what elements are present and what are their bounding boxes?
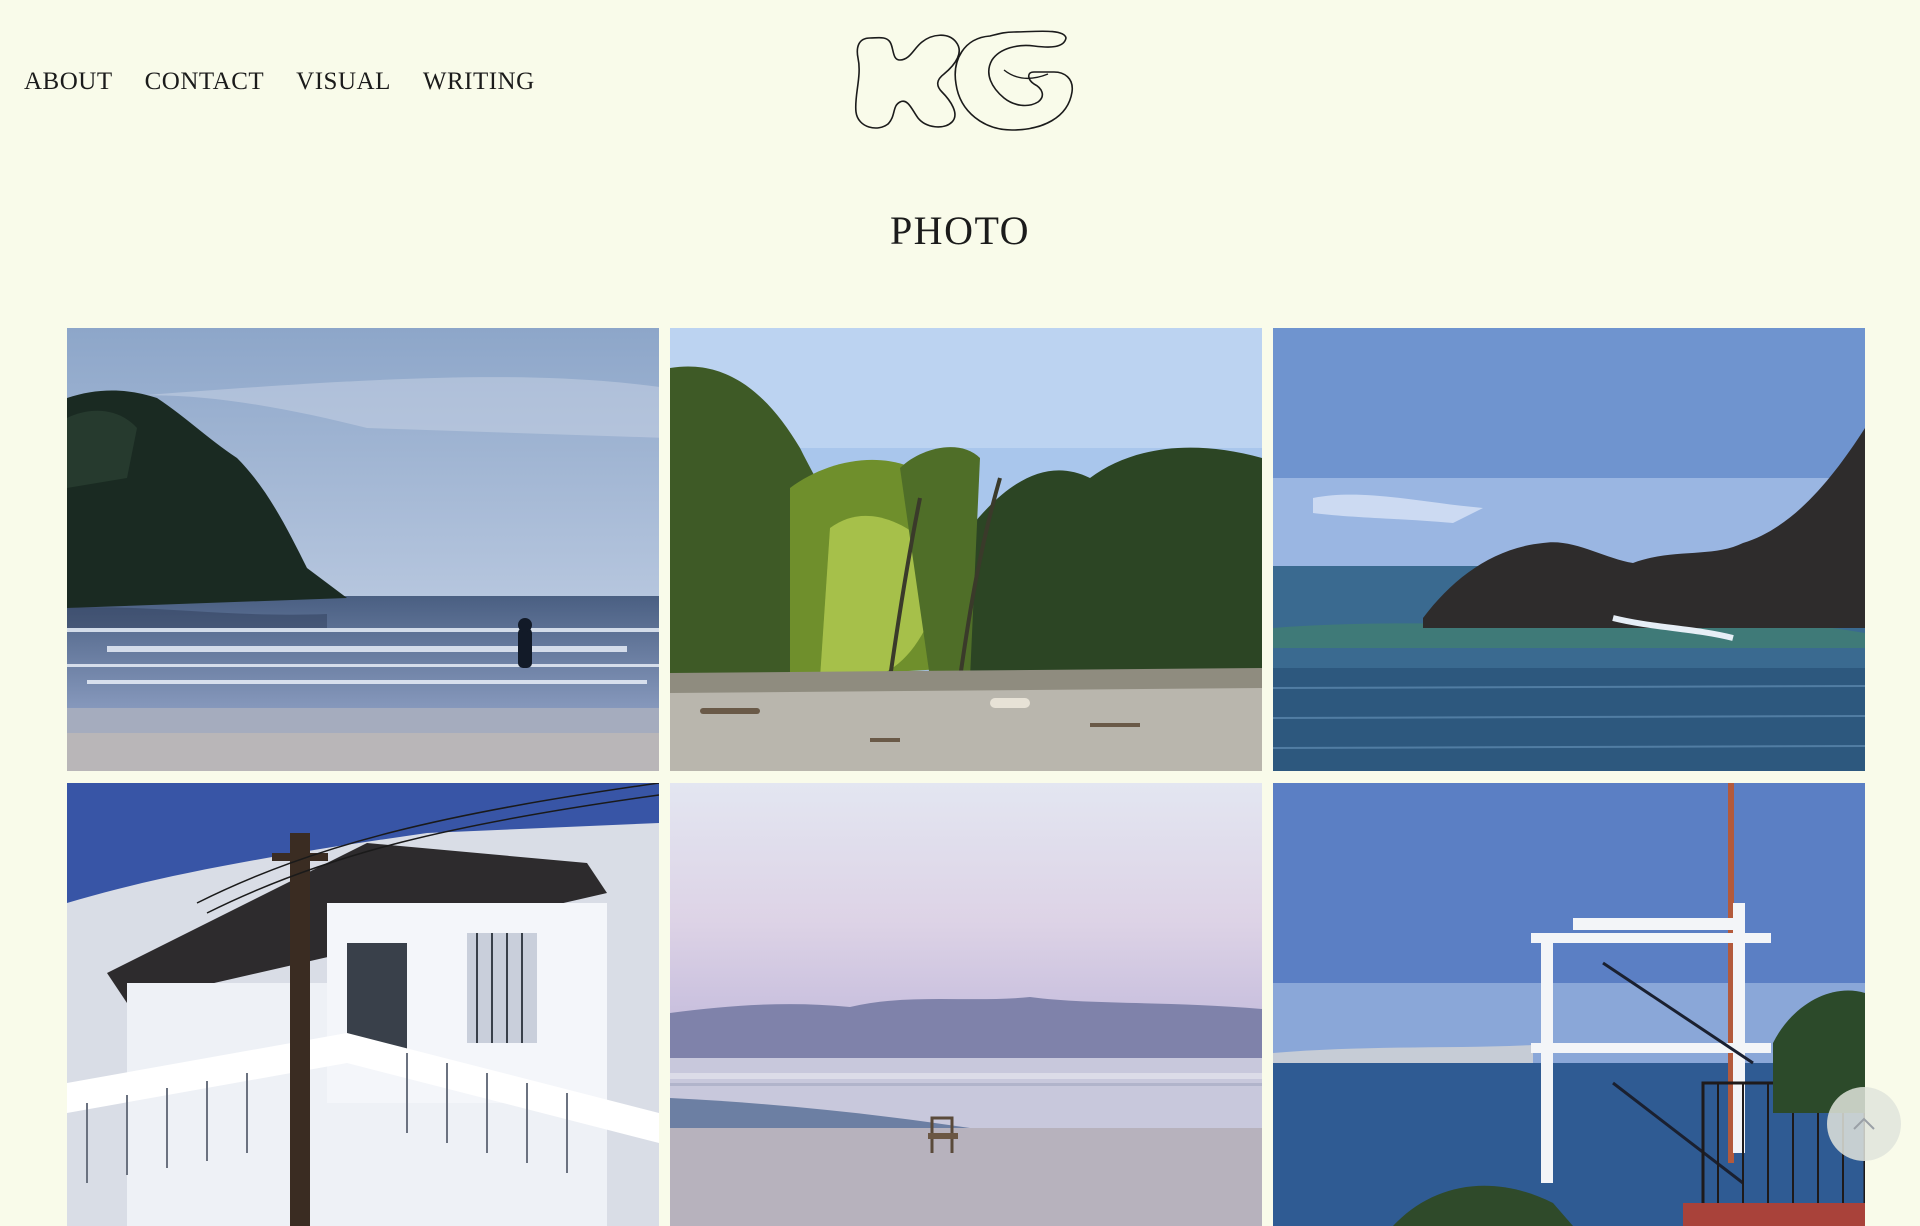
nav-writing-link[interactable]: WRITING bbox=[423, 66, 535, 98]
main-nav: ABOUT CONTACT VISUAL WRITING bbox=[24, 66, 567, 98]
beach-island-image bbox=[67, 328, 659, 771]
photo-lookout-tower[interactable] bbox=[1273, 783, 1865, 1226]
chevron-up-icon bbox=[1853, 1117, 1875, 1130]
scroll-to-top-button[interactable] bbox=[1827, 1087, 1901, 1161]
nav-contact-link[interactable]: CONTACT bbox=[145, 66, 265, 98]
lookout-tower-image bbox=[1273, 783, 1865, 1226]
kg-logo[interactable] bbox=[852, 26, 1076, 134]
photo-rocks-waves[interactable] bbox=[1273, 328, 1865, 771]
nav-about-link[interactable]: ABOUT bbox=[24, 66, 113, 98]
photo-white-house[interactable] bbox=[67, 783, 659, 1226]
photo-beach-island[interactable] bbox=[67, 328, 659, 771]
photo-gallery bbox=[67, 328, 1867, 1226]
nav-visual-link[interactable]: VISUAL bbox=[296, 66, 391, 98]
white-house-image bbox=[67, 783, 659, 1226]
dusk-beach-image bbox=[670, 783, 1262, 1226]
page-title: PHOTO bbox=[889, 208, 1031, 253]
palm-beach-image bbox=[670, 328, 1262, 771]
photo-palm-beach[interactable] bbox=[670, 328, 1262, 771]
kg-monogram-logo-icon bbox=[854, 30, 1074, 131]
rocks-waves-image bbox=[1273, 328, 1865, 771]
site-header: ABOUT CONTACT VISUAL WRITING bbox=[0, 0, 1920, 170]
photo-dusk-beach[interactable] bbox=[670, 783, 1262, 1226]
